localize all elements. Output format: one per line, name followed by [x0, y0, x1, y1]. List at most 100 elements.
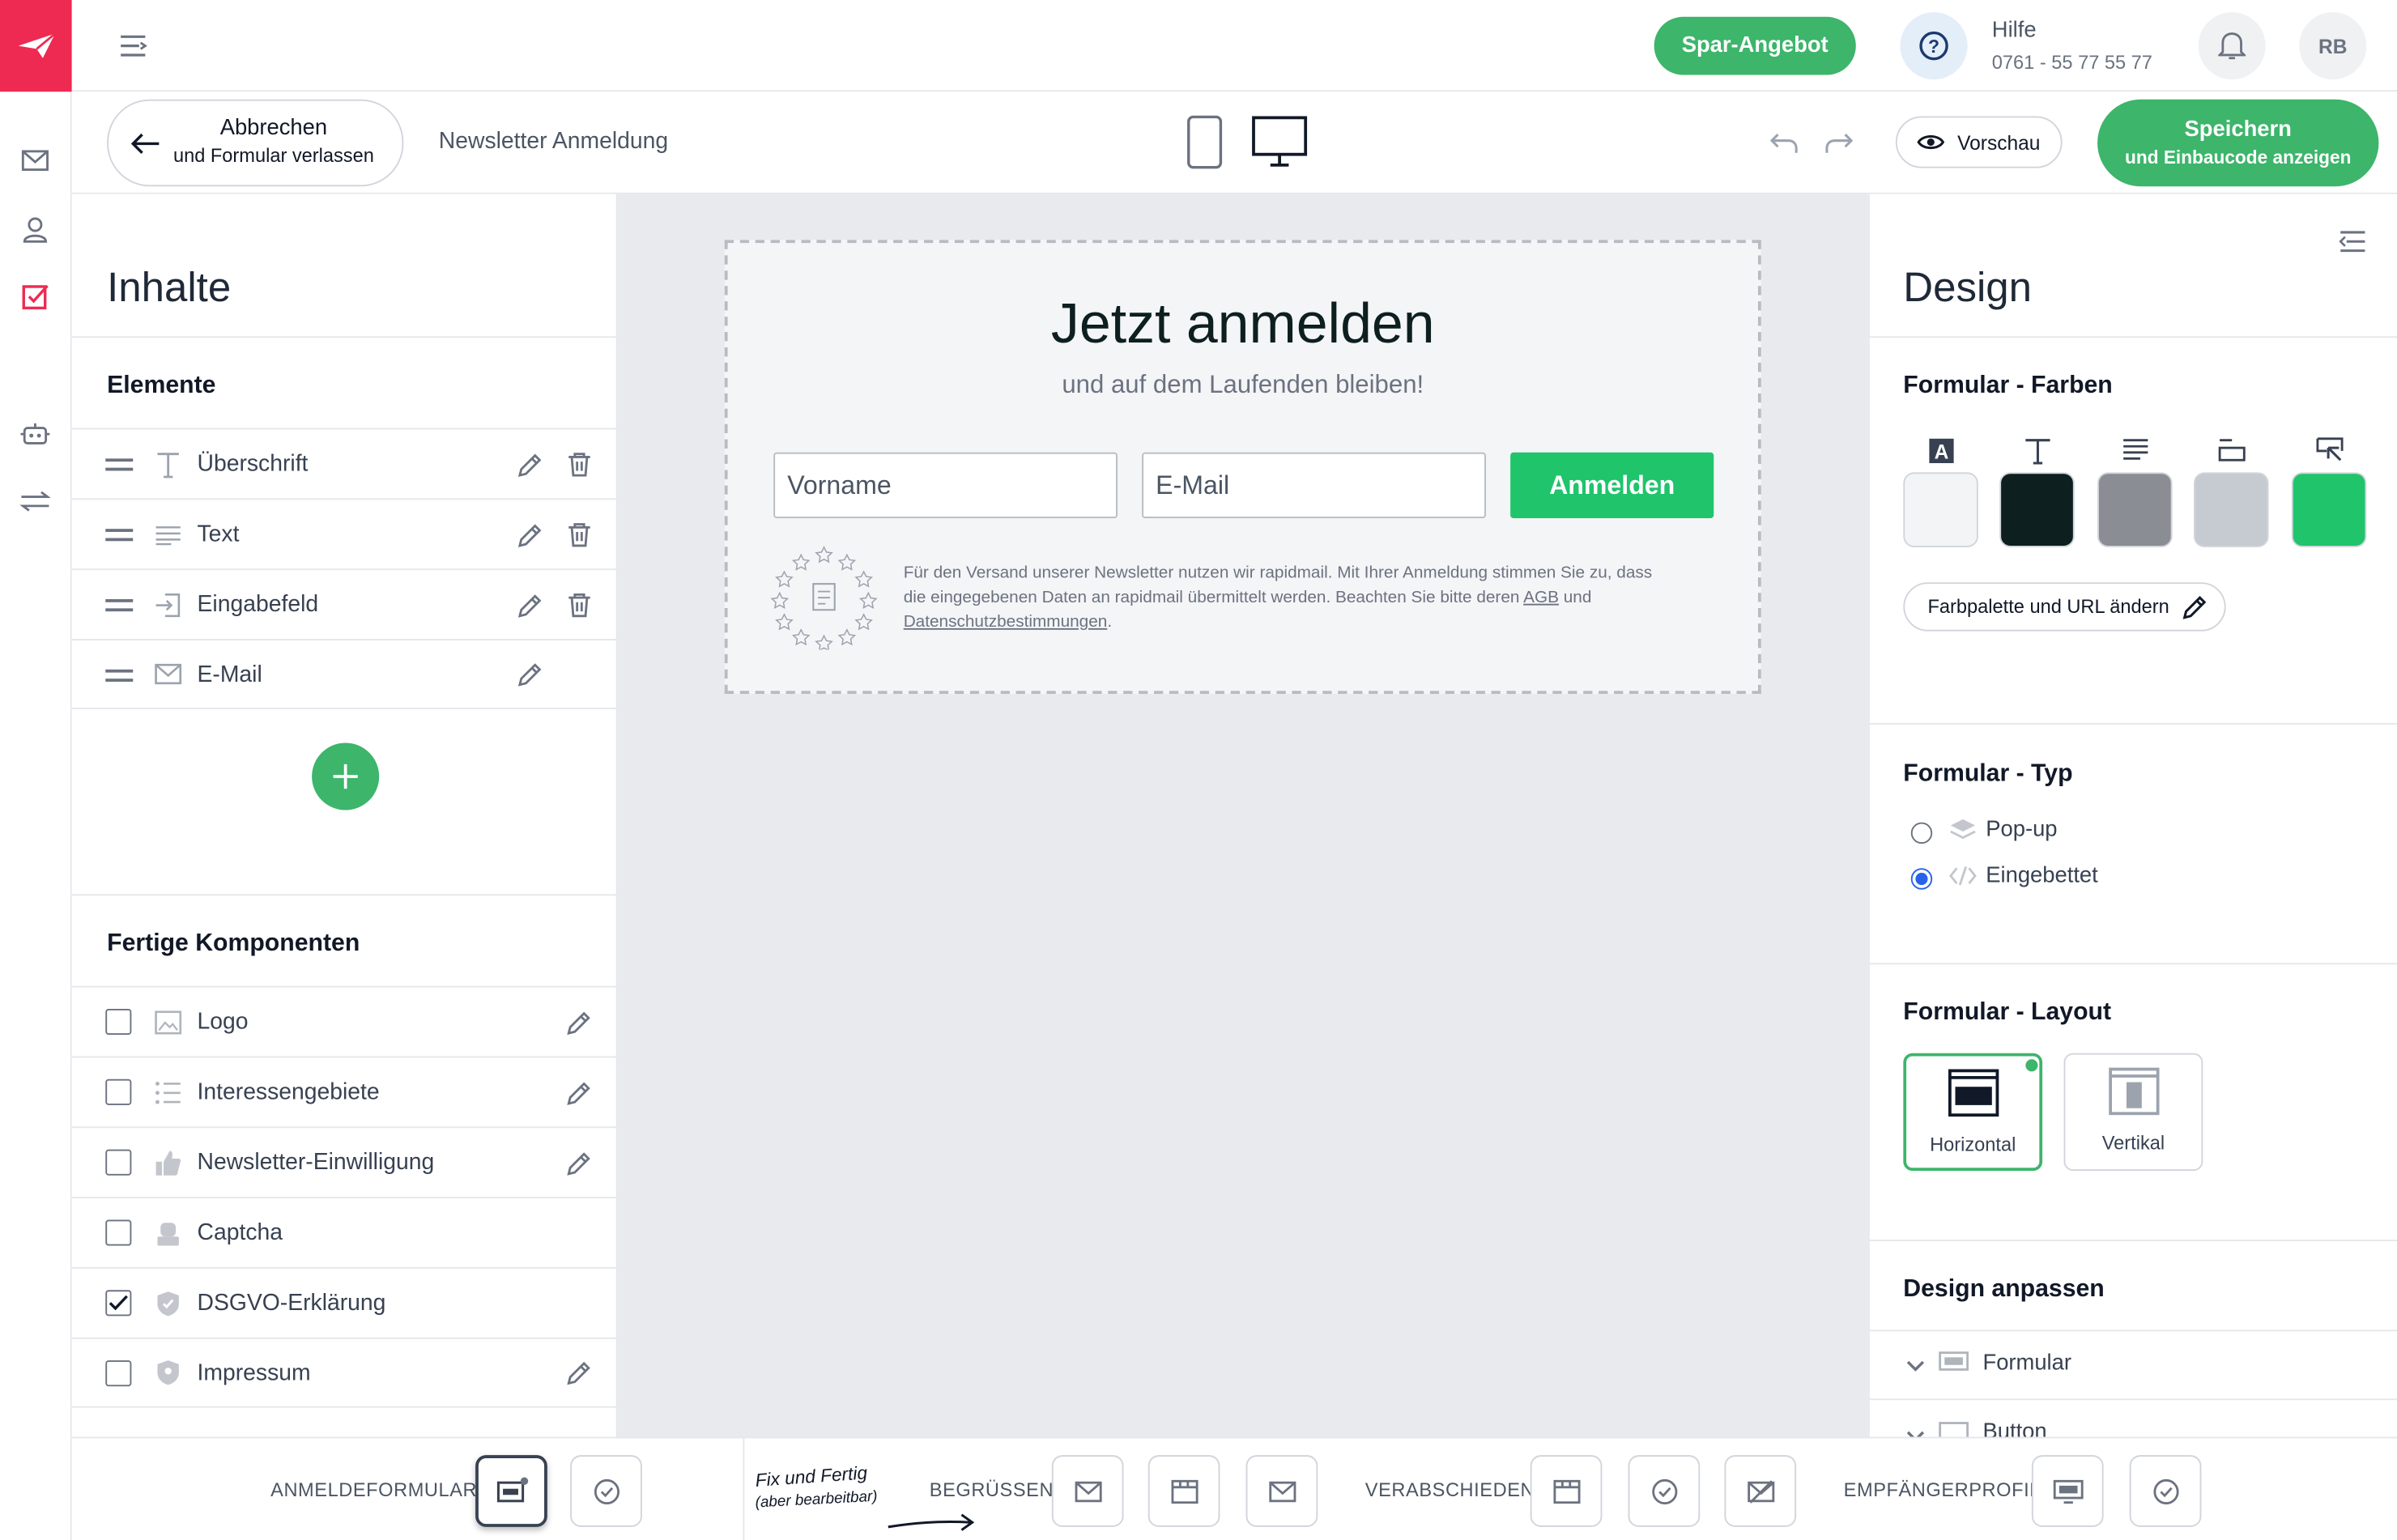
drag-handle-icon[interactable] — [105, 529, 134, 532]
plus-icon — [333, 764, 358, 789]
drag-handle-icon[interactable] — [105, 599, 134, 602]
forms-checkbox-icon[interactable] — [17, 279, 53, 315]
help-phone[interactable]: 0761 - 55 77 55 77 — [1992, 52, 2152, 73]
pencil-icon[interactable] — [515, 659, 546, 690]
check-circle-icon — [2152, 1478, 2178, 1504]
step-form-button-active[interactable] — [475, 1455, 547, 1527]
color-swatch-heading[interactable] — [1999, 472, 2075, 547]
component-row[interactable]: Captcha — [71, 1197, 618, 1267]
checkbox[interactable] — [105, 1078, 132, 1105]
desktop-device-icon[interactable] — [1250, 115, 1309, 177]
bell-icon[interactable] — [2198, 12, 2266, 80]
menu-toggle-icon[interactable] — [117, 31, 148, 69]
color-swatch-background[interactable] — [1903, 472, 1978, 547]
element-label: Eingabefeld — [197, 591, 319, 618]
palette-button[interactable]: Farbpalette und URL ändern — [1903, 582, 2226, 632]
layout-vertical-option[interactable]: Vertikal — [2063, 1053, 2203, 1172]
save-label: Speichern — [2184, 117, 2292, 143]
pencil-icon[interactable] — [515, 449, 546, 479]
save-button[interactable]: Speichern und Einbaucode anzeigen — [2097, 99, 2379, 187]
rapidmail-logo[interactable] — [0, 0, 72, 92]
pencil-icon[interactable] — [564, 1147, 595, 1178]
customize-form-item[interactable]: Formular — [1982, 1351, 2071, 1376]
undo-icon[interactable] — [1769, 129, 1799, 164]
element-row[interactable]: Text — [71, 498, 618, 568]
panel-toggle-icon[interactable] — [2337, 228, 2368, 262]
radio-popup[interactable] — [1910, 822, 1933, 844]
pencil-icon[interactable] — [515, 519, 546, 550]
customize-button-item: Button — [1982, 1419, 2047, 1437]
color-swatch-button[interactable] — [2291, 472, 2367, 547]
step-confirm-button[interactable] — [570, 1455, 642, 1527]
customize-heading: Design anpassen — [1903, 1276, 2105, 1303]
pencil-icon[interactable] — [564, 1006, 595, 1037]
user-icon[interactable] — [17, 211, 53, 248]
step-profile-form-button[interactable] — [2031, 1455, 2104, 1527]
robot-icon[interactable] — [17, 415, 53, 452]
component-row[interactable]: DSGVO-Erklärung — [71, 1266, 618, 1338]
drag-handle-icon[interactable] — [105, 458, 134, 462]
component-row[interactable]: Interessengebiete — [71, 1056, 618, 1126]
privacy-link[interactable]: Datenschutzbestimmungen — [904, 613, 1108, 632]
gdpr-text[interactable]: Für den Versand unserer Newsletter nutze… — [904, 561, 1729, 635]
step-welcome-mail-button[interactable] — [1051, 1455, 1124, 1527]
avatar[interactable]: RB — [2299, 12, 2367, 80]
email-input[interactable]: E-Mail — [1142, 452, 1486, 518]
step-profile-confirm-button[interactable] — [2129, 1455, 2202, 1527]
component-row[interactable]: Logo — [71, 985, 618, 1057]
top-bar: Spar-Angebot ? Hilfe 0761 - 55 77 55 77 … — [71, 0, 2397, 92]
gdpr-line-2-text: die eingegebenen Daten an rapidmail über… — [903, 588, 1520, 607]
chevron-down-icon[interactable] — [1905, 1355, 1926, 1382]
checkbox[interactable] — [105, 1008, 132, 1036]
firstname-input[interactable]: Vorname — [773, 452, 1118, 518]
step-goodbye-nomail-button[interactable] — [1724, 1455, 1797, 1527]
redo-icon[interactable] — [1824, 129, 1854, 164]
component-row[interactable]: Newsletter-Einwilligung — [71, 1126, 618, 1197]
form-name[interactable]: Newsletter Anmeldung — [439, 129, 668, 155]
mail-icon[interactable] — [17, 143, 53, 179]
step-goodbye-confirm-button[interactable] — [1628, 1455, 1701, 1527]
step-welcome-page-button[interactable] — [1147, 1455, 1220, 1527]
submit-button[interactable]: Anmelden — [1510, 452, 1714, 518]
pencil-icon[interactable] — [564, 1357, 595, 1388]
element-row[interactable]: Eingabefeld — [71, 568, 618, 639]
spar-angebot-button[interactable]: Spar-Angebot — [1654, 16, 1856, 75]
help-icon[interactable]: ? — [1900, 12, 1968, 80]
form-subtitle[interactable]: und auf dem Laufenden bleiben! — [728, 372, 1758, 401]
radio-embedded-selected[interactable] — [1910, 868, 1933, 890]
component-row[interactable]: Impressum — [71, 1337, 618, 1408]
element-row[interactable]: E-Mail — [71, 639, 618, 709]
layout-horizontal-option[interactable]: Horizontal — [1903, 1053, 2043, 1172]
pencil-icon[interactable] — [564, 1077, 595, 1108]
type-popup-label[interactable]: Pop-up — [1986, 818, 2057, 842]
drag-handle-icon[interactable] — [105, 669, 134, 673]
monitor-icon — [1939, 1351, 1969, 1384]
checkbox-checked[interactable] — [105, 1290, 132, 1317]
layers-icon — [1949, 818, 1977, 850]
trash-icon[interactable] — [564, 449, 595, 479]
mobile-device-icon[interactable] — [1186, 115, 1223, 177]
checkbox[interactable] — [105, 1359, 132, 1386]
step-goodbye-page-button[interactable] — [1530, 1455, 1603, 1527]
trash-icon[interactable] — [564, 519, 595, 550]
checkbox[interactable] — [105, 1149, 132, 1176]
preview-button[interactable]: Vorschau — [1895, 116, 2063, 168]
trash-icon[interactable] — [564, 589, 595, 620]
chevron-down-icon[interactable] — [1905, 1424, 1926, 1437]
step-anmeldeformular-label: ANMELDEFORMULAR — [270, 1479, 478, 1501]
customize-button-row[interactable]: Button — [1868, 1400, 2397, 1437]
agb-link[interactable]: AGB — [1523, 589, 1559, 607]
pencil-icon[interactable] — [515, 589, 546, 620]
element-row[interactable]: Überschrift — [71, 428, 618, 499]
form-preview[interactable]: Jetzt anmelden und auf dem Laufenden ble… — [724, 240, 1761, 695]
step-welcome-mail2-button[interactable] — [1245, 1455, 1318, 1527]
cancel-button[interactable]: Abbrechen und Formular verlassen — [107, 99, 404, 187]
transfer-arrows-icon[interactable] — [17, 483, 53, 520]
form-title[interactable]: Jetzt anmelden — [728, 292, 1758, 356]
add-element-button[interactable] — [312, 742, 380, 810]
color-swatch-input[interactable] — [2193, 472, 2269, 547]
color-swatch-text[interactable] — [2097, 472, 2173, 547]
component-label: Impressum — [197, 1359, 311, 1386]
type-embedded-label[interactable]: Eingebettet — [1986, 864, 2098, 888]
checkbox[interactable] — [105, 1219, 132, 1246]
